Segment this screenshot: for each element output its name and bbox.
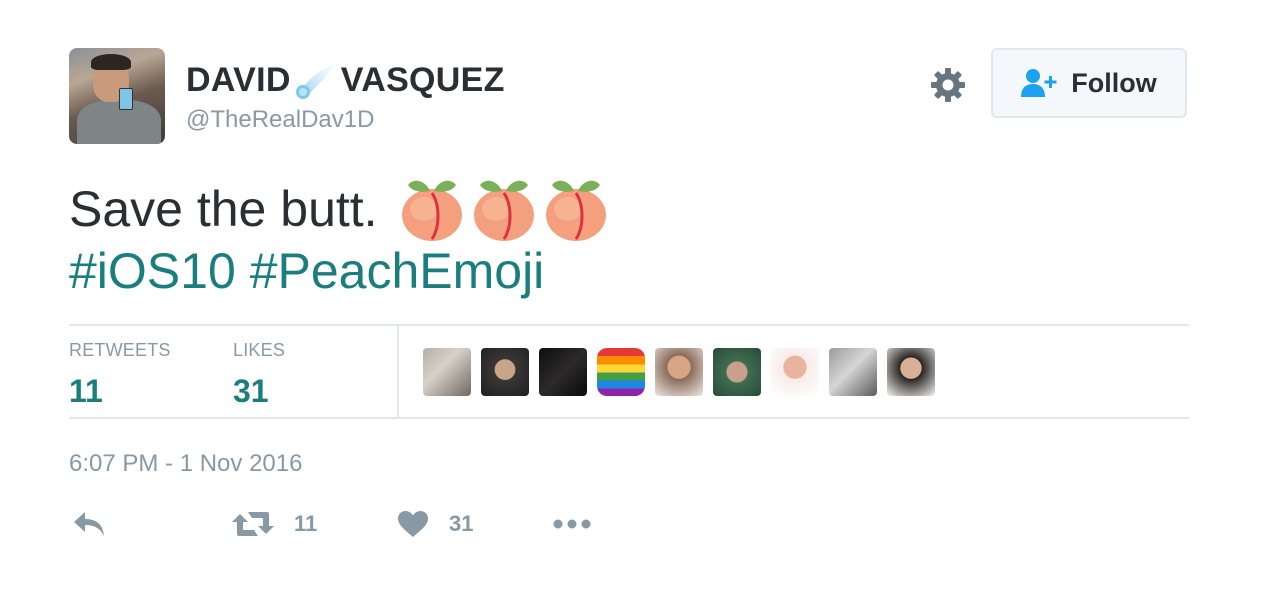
display-name-second: VASQUEZ — [340, 60, 505, 99]
liker-avatar[interactable] — [597, 348, 645, 396]
retweets-stat[interactable]: RETWEETS 11 — [69, 340, 171, 410]
liker-avatar[interactable] — [713, 348, 761, 396]
stats-divider-bottom — [69, 417, 1189, 419]
likers-list — [423, 348, 945, 396]
follow-person-icon — [1021, 69, 1057, 97]
liker-avatar[interactable] — [423, 348, 471, 396]
hashtag-peachemoji[interactable]: #PeachEmoji — [250, 243, 545, 299]
display-name-first: DAVID — [186, 60, 291, 99]
liker-avatar[interactable] — [829, 348, 877, 396]
user-handle[interactable]: @TheRealDav1D — [186, 106, 374, 134]
retweet-count: 11 — [294, 511, 318, 536]
liker-avatar[interactable] — [655, 348, 703, 396]
display-name[interactable]: DAVID VASQUEZ — [186, 60, 505, 100]
reply-icon — [74, 512, 104, 536]
peach-emoji-icon — [545, 180, 606, 241]
retweet-button[interactable]: 11 — [232, 510, 317, 538]
follow-label: Follow — [1071, 67, 1157, 98]
hashtag-ios10[interactable]: #iOS10 — [69, 243, 236, 299]
more-button[interactable] — [553, 510, 593, 538]
like-button[interactable]: 31 — [397, 510, 473, 538]
peach-emoji-icon — [473, 180, 534, 241]
gear-icon[interactable] — [929, 66, 967, 104]
more-icon — [553, 519, 591, 529]
tweet-timestamp[interactable]: 6:07 PM - 1 Nov 2016 — [69, 450, 302, 478]
retweets-value: 11 — [69, 373, 103, 409]
avatar-phone — [119, 88, 133, 110]
stats-divider-vertical — [397, 326, 399, 417]
stats-divider-top — [69, 324, 1189, 326]
like-count: 31 — [449, 511, 474, 536]
heart-icon — [398, 511, 428, 537]
comet-emoji-icon — [295, 62, 337, 99]
follow-button[interactable]: Follow — [991, 48, 1187, 118]
reply-button[interactable] — [72, 510, 106, 538]
liker-avatar[interactable] — [771, 348, 819, 396]
avatar-hair — [91, 54, 131, 70]
liker-avatar[interactable] — [887, 348, 935, 396]
retweet-icon — [232, 512, 274, 536]
tweet-text: Save the butt. #iOS10 #PeachEmoji — [69, 178, 1199, 302]
liker-avatar[interactable] — [539, 348, 587, 396]
likes-value: 31 — [233, 373, 269, 409]
likes-stat[interactable]: LIKES 31 — [233, 340, 285, 410]
likes-label: LIKES — [233, 340, 286, 360]
liker-avatar[interactable] — [481, 348, 529, 396]
tweet-body: Save the butt. — [69, 181, 378, 237]
peach-emoji-icon — [401, 180, 462, 241]
retweets-label: RETWEETS — [69, 340, 171, 360]
user-avatar[interactable] — [69, 48, 165, 144]
